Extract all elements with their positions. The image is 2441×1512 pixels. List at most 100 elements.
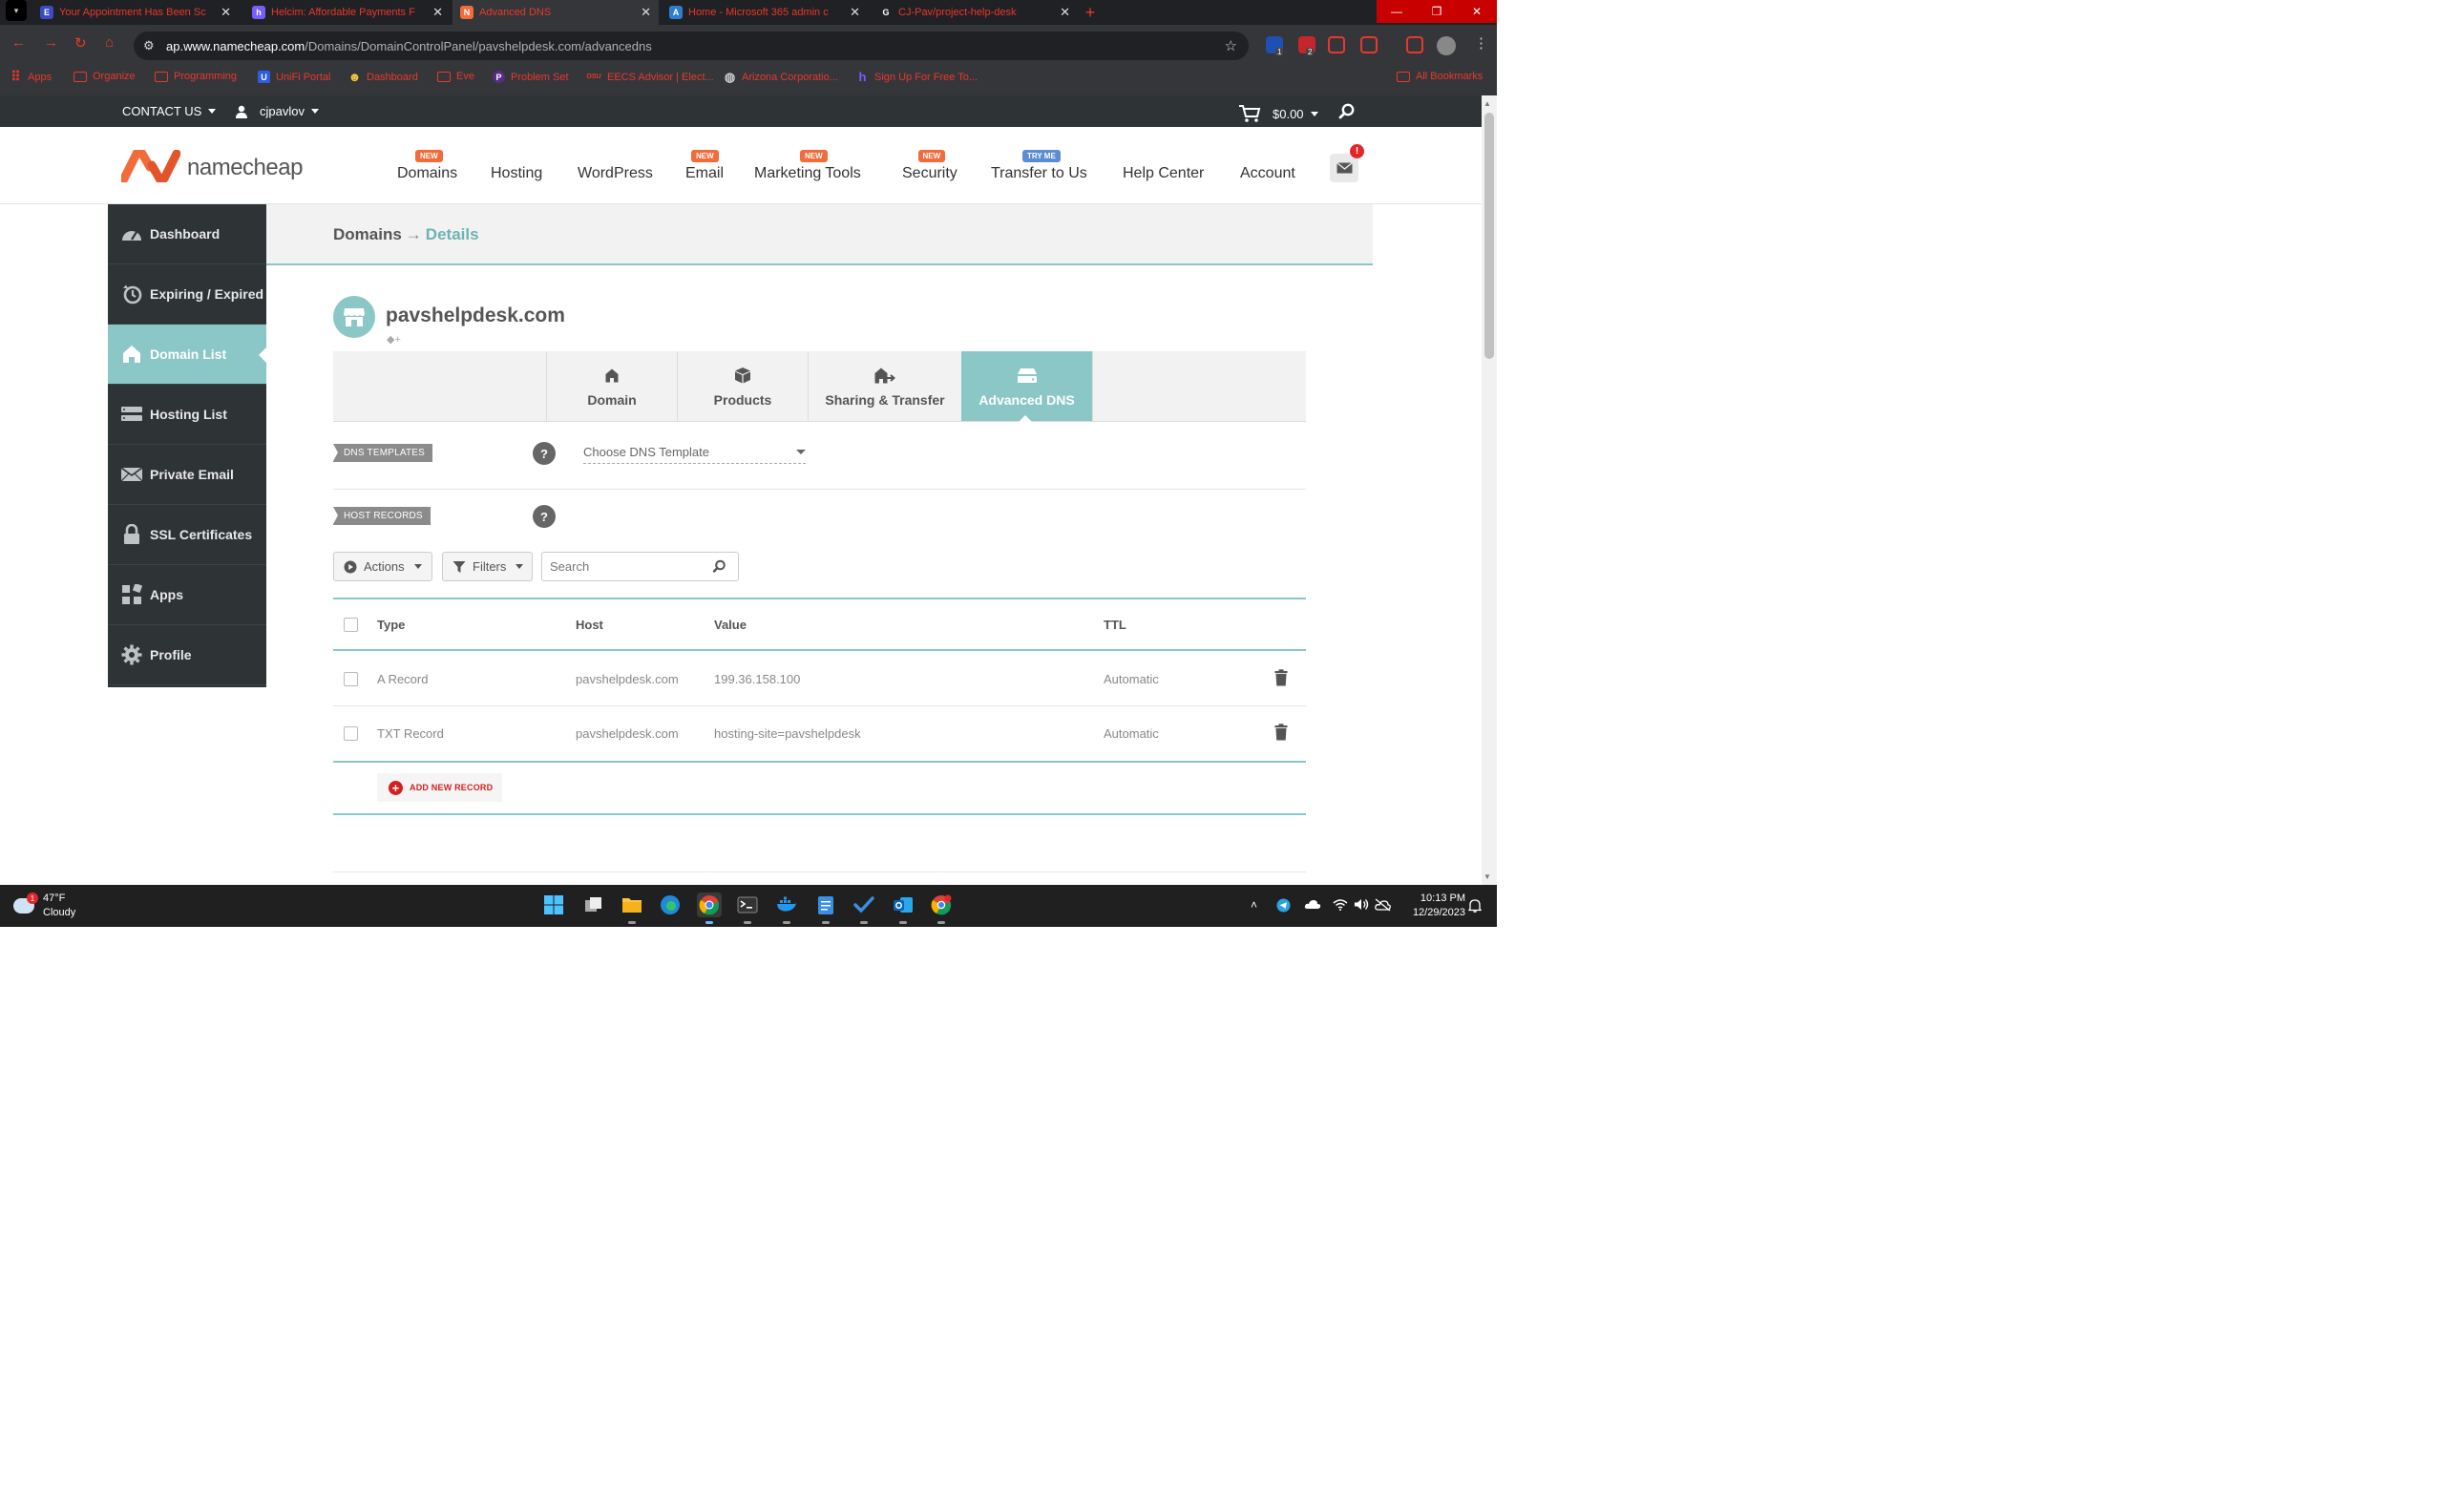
all-bookmarks[interactable]: All Bookmarks — [1397, 71, 1483, 82]
trash-icon[interactable] — [1274, 669, 1288, 691]
dns-templates-help-icon[interactable]: ? — [533, 442, 556, 465]
sidebar-item-profile[interactable]: Profile — [108, 625, 266, 685]
forward-button[interactable]: → — [44, 34, 58, 51]
sidebar-item-expiring-expired[interactable]: Expiring / Expired — [108, 264, 266, 325]
sidepanel-icon[interactable] — [1406, 36, 1423, 53]
task-view-icon[interactable] — [581, 892, 606, 917]
weather-widget[interactable]: 1 47°F Cloudy — [13, 892, 75, 920]
sidebar-item-domain-list[interactable]: Domain List — [108, 325, 266, 385]
table-row[interactable]: A Record pavshelpdesk.com 199.36.158.100 Au… — [333, 652, 1306, 706]
telegram-icon[interactable] — [1276, 898, 1291, 915]
user-menu[interactable]: cjpavlov — [235, 104, 319, 118]
pocket-icon[interactable] — [1328, 36, 1345, 53]
nav-domains[interactable]: Domains — [397, 165, 457, 182]
close-window-button[interactable]: ✕ — [1457, 0, 1497, 23]
add-tag-icon[interactable]: ◆+ — [387, 333, 401, 346]
browser-tab[interactable]: A Home - Microsoft 365 admin c ✕ — [662, 0, 868, 25]
host-records-help-icon[interactable]: ? — [533, 505, 556, 528]
nav-transfer-to-us[interactable]: Transfer to Us — [991, 165, 1087, 182]
weather-tray-icon[interactable] — [1375, 898, 1391, 914]
trash-icon[interactable] — [1274, 724, 1288, 746]
bookmark-star-icon[interactable]: ☆ — [1225, 37, 1237, 54]
docker-icon[interactable] — [774, 892, 799, 924]
scroll-up-icon[interactable]: ▲ — [1484, 99, 1491, 108]
nav-help-center[interactable]: Help Center — [1123, 165, 1204, 182]
bookmark-programming[interactable]: Programming — [155, 71, 237, 82]
dns-template-select[interactable]: Choose DNS Template — [583, 445, 806, 464]
profile-avatar[interactable] — [1437, 36, 1456, 55]
row-checkbox[interactable] — [344, 726, 358, 741]
tab-advanced-dns[interactable]: Advanced DNS — [961, 351, 1092, 422]
chrome-icon[interactable] — [697, 892, 722, 924]
terminal-icon[interactable] — [735, 892, 760, 924]
notepad-icon[interactable] — [813, 892, 838, 924]
nav-hosting[interactable]: Hosting — [491, 165, 542, 182]
edge-icon[interactable] — [658, 892, 683, 917]
bookmark-unifi-portal[interactable]: U UniFi Portal — [258, 71, 330, 83]
minimize-button[interactable]: — — [1377, 0, 1417, 23]
breadcrumb-parent[interactable]: Domains — [333, 225, 402, 243]
close-tab-icon[interactable]: ✕ — [641, 5, 651, 20]
nav-wordpress[interactable]: WordPress — [578, 165, 653, 182]
home-button[interactable]: ⌂ — [105, 34, 114, 51]
close-tab-icon[interactable]: ✕ — [432, 5, 443, 20]
sidebar-item-private-email[interactable]: Private Email — [108, 445, 266, 505]
bookmark-sign-up-for-free-to[interactable]: h Sign Up For Free To... — [856, 70, 979, 84]
bookmark-problem-set[interactable]: P Problem Set — [493, 71, 569, 83]
table-row[interactable]: TXT Record pavshelpdesk.com hosting-site=p… — [333, 706, 1306, 761]
show-hidden-icons-icon[interactable]: ˄ — [1251, 898, 1257, 912]
cell-ttl[interactable]: Automatic — [1104, 672, 1159, 686]
tab-products[interactable]: Products — [677, 351, 808, 421]
nav-account[interactable]: Account — [1240, 165, 1295, 182]
cell-host[interactable]: pavshelpdesk.com — [576, 672, 679, 686]
add-new-record-button[interactable]: + ADD NEW RECORD — [377, 773, 503, 802]
search-icon[interactable] — [1338, 103, 1356, 120]
scroll-down-icon[interactable]: ▼ — [1484, 872, 1491, 881]
nav-marketing-tools[interactable]: Marketing Tools — [754, 165, 861, 182]
browser-tab[interactable]: h Helcim: Affordable Payments F ✕ — [244, 0, 451, 25]
tab-domain[interactable]: Domain — [546, 351, 677, 421]
new-tab-button[interactable]: + — [1079, 0, 1102, 25]
outlook-icon[interactable] — [891, 892, 915, 924]
bookmark-eve[interactable]: Eve — [437, 71, 474, 82]
bookmark-arizona-corporatio[interactable]: ◍ Arizona Corporatio... — [724, 70, 838, 84]
namecheap-logo[interactable] — [118, 147, 181, 187]
filters-button[interactable]: Filters — [442, 552, 533, 581]
chrome-profile-icon[interactable] — [929, 892, 954, 924]
records-search-input[interactable] — [550, 559, 703, 574]
cell-ttl[interactable]: Automatic — [1104, 726, 1159, 741]
cell-host[interactable]: pavshelpdesk.com — [576, 726, 679, 741]
browser-tab[interactable]: E Your Appointment Has Been Sc ✕ — [32, 0, 239, 25]
nav-email[interactable]: Email — [685, 165, 724, 182]
column-ttl[interactable]: TTL — [1104, 618, 1126, 632]
cart-menu[interactable]: $0.00 — [1238, 104, 1318, 123]
file-explorer-icon[interactable] — [620, 892, 644, 924]
notifications-bell-icon[interactable] — [1467, 898, 1483, 915]
puzzle-icon[interactable] — [1360, 36, 1378, 53]
browser-tab[interactable]: N Advanced DNS ✕ — [452, 0, 659, 25]
row-checkbox[interactable] — [344, 672, 358, 686]
todo-icon[interactable] — [852, 892, 876, 924]
close-tab-icon[interactable]: ✕ — [1060, 5, 1070, 20]
sidebar-item-ssl-certificates[interactable]: SSL Certificates — [108, 505, 266, 565]
search-icon[interactable] — [712, 559, 726, 574]
column-type[interactable]: Type — [377, 618, 405, 632]
sidebar-item-apps[interactable]: Apps — [108, 565, 266, 625]
site-info-icon[interactable]: ⚙ — [143, 38, 155, 53]
actions-button[interactable]: Actions — [333, 552, 432, 581]
clock[interactable]: 10:13 PM 12/29/2023 — [1399, 892, 1465, 920]
nav-security[interactable]: Security — [902, 165, 957, 182]
menu-icon[interactable]: ⋮ — [1474, 34, 1488, 52]
address-bar[interactable]: ⚙ ap.www.namecheap.com/Domains/DomainCon… — [134, 32, 1249, 60]
bookmark-organize[interactable]: Organize — [74, 71, 136, 82]
restore-button[interactable]: ❐ — [1417, 0, 1457, 23]
sidebar-item-hosting-list[interactable]: Hosting List — [108, 385, 266, 445]
sidebar-item-dashboard[interactable]: Dashboard — [108, 204, 266, 264]
cell-value[interactable]: 199.36.158.100 — [714, 672, 800, 686]
browser-tab[interactable]: G CJ-Pav/project-help-desk ✕ — [872, 0, 1078, 25]
select-all-checkbox[interactable] — [344, 618, 358, 632]
tab-search-button[interactable]: ▾ — [6, 0, 27, 21]
column-value[interactable]: Value — [714, 618, 747, 632]
bookmark-apps[interactable]: ⠿ Apps — [10, 69, 52, 84]
wifi-icon[interactable] — [1333, 898, 1348, 914]
